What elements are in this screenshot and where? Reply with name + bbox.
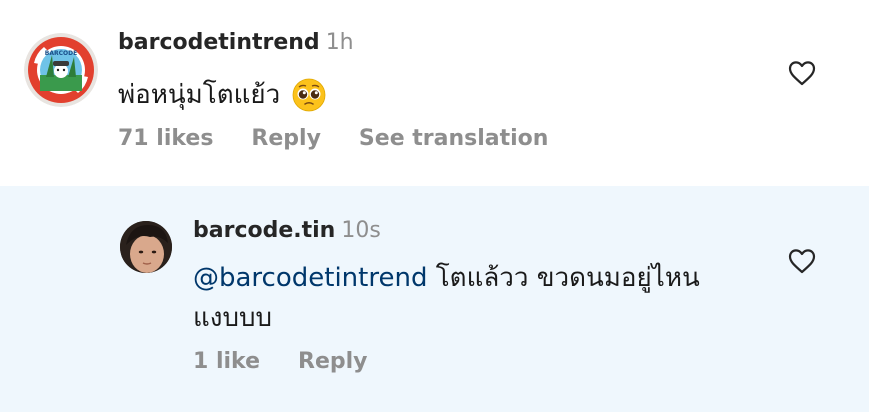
avatar[interactable]: BARCODE (24, 33, 98, 107)
see-translation-button[interactable]: See translation (359, 126, 549, 151)
username[interactable]: barcode.tin (193, 218, 335, 243)
comment-thread: BARCODE barcodetintrend 1h พ่อหนุ่มโตแย้ว (0, 0, 869, 412)
likes-count[interactable]: 71 likes (118, 126, 213, 151)
comment-header: barcodetintrend 1h (118, 30, 354, 55)
username[interactable]: barcodetintrend (118, 30, 320, 55)
reply-button[interactable]: Reply (251, 126, 321, 151)
reply-text: @barcodetintrend โตแล้วว ขวดนมอยู่ไหนแงบ… (193, 258, 753, 338)
comment-body: พ่อหนุ่มโตแย้ว (118, 80, 281, 110)
pleading-face-emoji-icon (292, 78, 326, 111)
mention-link[interactable]: @barcodetintrend (193, 263, 427, 293)
likes-count[interactable]: 1 like (193, 349, 260, 374)
timestamp: 10s (341, 218, 381, 243)
avatar[interactable] (120, 221, 172, 273)
avatar-image: BARCODE (24, 33, 98, 107)
heart-outline-icon[interactable] (788, 248, 816, 274)
avatar-image (120, 221, 172, 273)
reply-header: barcode.tin 10s (193, 218, 381, 243)
heart-outline-icon[interactable] (788, 60, 816, 86)
comment-item: BARCODE barcodetintrend 1h พ่อหนุ่มโตแย้ว (0, 0, 869, 186)
timestamp: 1h (325, 30, 354, 55)
comment-actions: 71 likes Reply See translation (118, 126, 586, 151)
comment-text: พ่อหนุ่มโตแย้ว (118, 74, 326, 115)
reply-button[interactable]: Reply (298, 349, 368, 374)
svg-text:BARCODE: BARCODE (45, 50, 77, 57)
reply-actions: 1 like Reply (193, 349, 406, 374)
